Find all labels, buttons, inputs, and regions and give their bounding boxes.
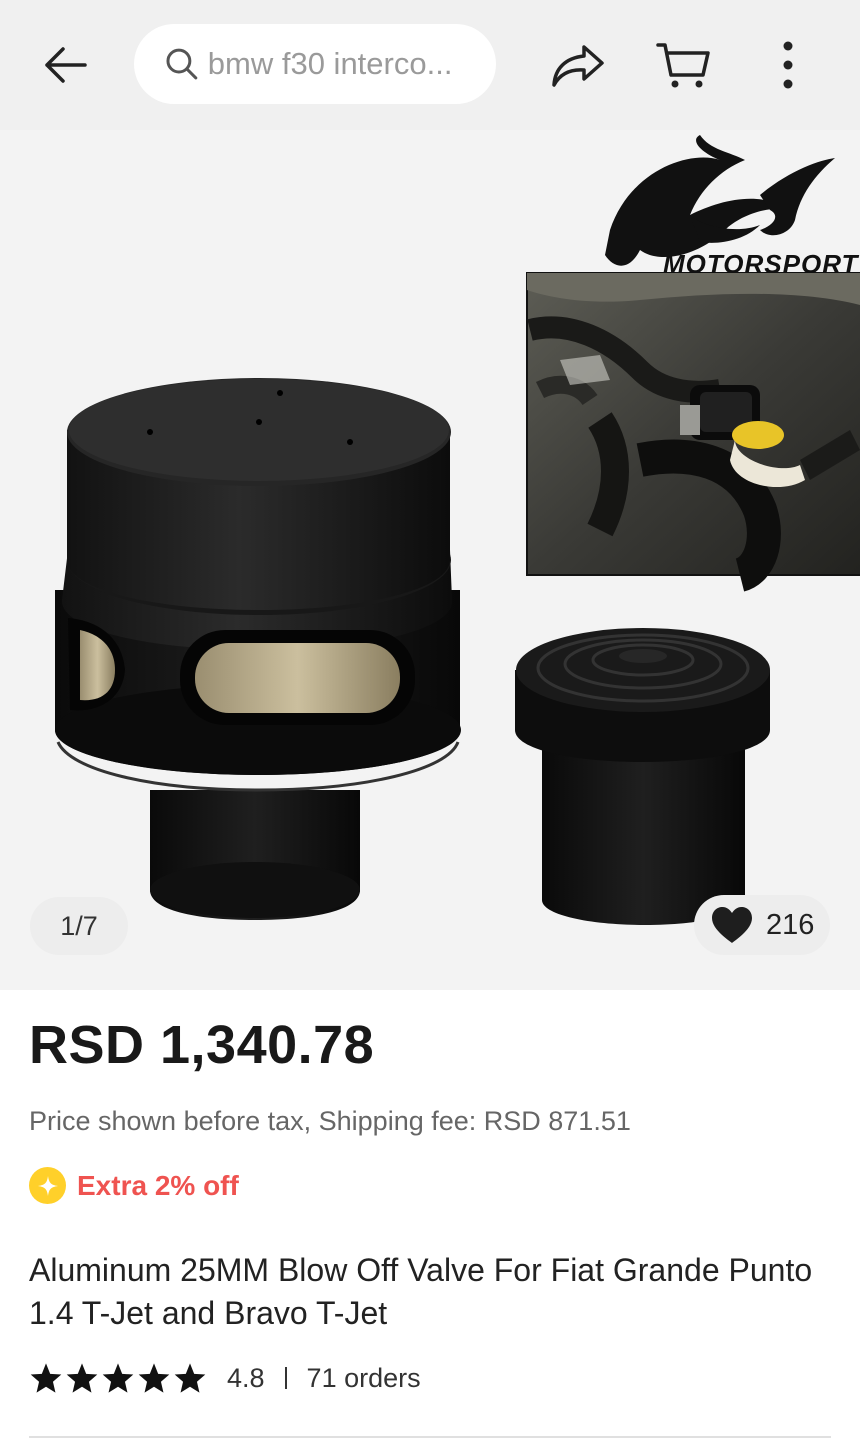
share-button[interactable] <box>540 30 616 100</box>
star-icon <box>101 1362 135 1394</box>
share-icon <box>552 45 604 87</box>
divider <box>284 1367 287 1389</box>
star-icon <box>137 1362 171 1394</box>
arrow-left-icon <box>45 47 87 83</box>
orders-count: 71 orders <box>306 1362 421 1393</box>
coin-icon <box>29 1167 66 1204</box>
product-title: Aluminum 25MM Blow Off Valve For Fiat Gr… <box>29 1252 813 1331</box>
search-query: bmw f30 interco... <box>207 46 453 81</box>
rating-value: 4.8 <box>227 1362 265 1393</box>
rating-row[interactable]: 4.8 71 orders <box>29 1362 421 1394</box>
star-icon <box>173 1362 207 1394</box>
more-options-button[interactable] <box>758 30 818 100</box>
image-counter: 1/7 <box>30 897 128 955</box>
section-divider <box>29 1436 831 1438</box>
search-icon <box>166 48 198 80</box>
extra-discount-text: Extra 2% off <box>77 1169 239 1201</box>
star-icon <box>65 1362 99 1394</box>
product-price: RSD 1,340.78 <box>29 1015 375 1075</box>
cart-icon <box>656 43 710 88</box>
search-bar[interactable]: bmw f30 interco... <box>134 24 496 104</box>
rubber-cap <box>515 628 770 925</box>
top-bar: bmw f30 interco... <box>0 0 860 130</box>
cart-button[interactable] <box>645 30 721 100</box>
tax-shipping-note: Price shown before tax, Shipping fee: RS… <box>29 1106 631 1136</box>
blow-off-valve-large <box>55 378 461 920</box>
brand-logo: MOTORSPORT <box>605 135 859 279</box>
heart-icon <box>712 907 752 943</box>
star-icon <box>29 1362 63 1394</box>
wishlist-count: 216 <box>766 908 815 941</box>
back-button[interactable] <box>30 30 100 100</box>
star-rating <box>29 1362 209 1394</box>
extra-discount-badge[interactable]: Extra 2% off <box>29 1167 239 1204</box>
more-vertical-icon <box>783 41 793 89</box>
wishlist-button[interactable]: 216 <box>694 895 830 955</box>
installation-photo <box>526 272 860 592</box>
product-image: MOTORSPORT <box>55 135 860 925</box>
product-image-gallery[interactable]: MOTORSPORT <box>0 130 860 990</box>
